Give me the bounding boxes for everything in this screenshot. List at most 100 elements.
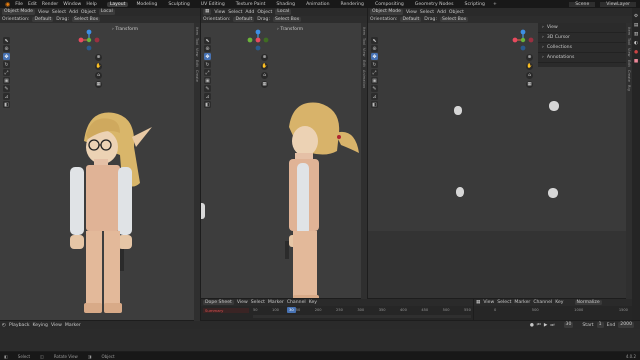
scene-object[interactable] [548,188,558,198]
menu-view[interactable]: View [51,323,62,328]
annotate-tool-icon[interactable]: ✎ [371,85,378,92]
menu-edit[interactable]: Edit [28,2,37,7]
pan-hand-icon[interactable]: ✋ [95,63,102,70]
tab-shading[interactable]: Shading [273,2,298,7]
summary-channel[interactable]: Summary [203,308,249,313]
menu-marker[interactable]: Marker [514,300,530,305]
side-tab-tool[interactable]: Tool [362,38,366,45]
frame-ruler[interactable]: 0 500 1000 1500 [494,308,628,312]
grid-icon[interactable]: ▦ [261,81,268,88]
tab-texture-paint[interactable]: Texture Paint [233,2,269,7]
add-cube-tool-icon[interactable]: ◧ [204,101,211,108]
move-tool-icon[interactable]: ✥ [204,53,211,60]
move-tool-icon[interactable]: ✥ [3,53,10,60]
character-side-model[interactable] [275,93,361,298]
jump-end-icon[interactable]: ⏭ [550,322,554,328]
jump-start-icon[interactable]: ⏮ [537,322,541,328]
grid-icon[interactable]: ▦ [95,81,102,88]
side-tab-tool[interactable]: Tool [195,38,199,45]
object-mode-dropdown[interactable]: Object Mode [370,9,403,15]
side-tab-item[interactable]: Item [362,27,366,35]
timeline-track[interactable] [0,329,640,351]
tab-modeling[interactable]: Modeling [133,2,160,7]
editor-type-icon[interactable]: ▦ [476,300,480,305]
grid-icon[interactable]: ▦ [526,81,533,88]
transform-tool-icon[interactable]: ▣ [204,77,211,84]
viewport-canvas[interactable]: ⬉ ⊕ ✥ ↻ ⤢ ▣ ✎ ⊿ ◧ › Transform ⊕ ✋ ⌂ ▦ [0,23,194,320]
tab-compositing[interactable]: Compositing [372,2,407,7]
menu-key[interactable]: Key [309,300,317,305]
object-props-icon[interactable]: ■ [634,59,638,64]
rotate-tool-icon[interactable]: ↻ [204,61,211,68]
camera-icon[interactable]: ⌂ [526,72,533,79]
character-front-model[interactable] [62,103,158,320]
side-tab-item[interactable]: Item [195,27,199,35]
side-tab-rig[interactable]: Rig [627,85,631,91]
tweak-tool-icon[interactable]: ⬉ [371,37,378,44]
tab-uv-editing[interactable]: UV Editing [198,2,228,7]
menu-select[interactable]: Select [251,300,265,305]
blender-logo-icon[interactable]: ◉ [5,1,10,8]
transform-tool-icon[interactable]: ▣ [3,77,10,84]
panel-annotations[interactable]: › Annotations [538,53,626,63]
menu-playback[interactable]: Playback [9,323,30,328]
orientation-dropdown[interactable]: Default [400,16,422,23]
tab-rendering[interactable]: Rendering [338,2,367,7]
menu-channel[interactable]: Channel [533,300,552,305]
rotate-tool-icon[interactable]: ↻ [3,61,10,68]
menu-add[interactable]: Add [245,10,254,15]
menu-view[interactable]: View [237,300,248,305]
tab-geometry-nodes[interactable]: Geometry Nodes [412,2,457,7]
transform-panel-header[interactable]: › Transform [112,27,138,32]
tab-sculpting[interactable]: Sculpting [165,2,192,7]
side-tab-edit[interactable]: Edit [362,60,366,67]
side-tab-view[interactable]: View [362,48,366,57]
menu-view[interactable]: View [406,10,417,15]
annotate-tool-icon[interactable]: ✎ [3,85,10,92]
rotate-tool-icon[interactable]: ↻ [371,61,378,68]
tab-layout[interactable]: Layout [106,1,129,7]
world-props-icon[interactable]: ● [634,50,638,55]
render-props-icon[interactable]: ▤ [634,23,638,28]
view-layer-selector[interactable]: ViewLayer [600,1,636,7]
current-frame-field[interactable]: 30 [563,322,574,328]
cursor-tool-icon[interactable]: ⊕ [371,45,378,52]
editor-type-icon[interactable]: ▦ [203,9,212,15]
orientation-dropdown[interactable]: Default [32,16,54,23]
output-props-icon[interactable]: ▥ [634,32,638,37]
cursor-tool-icon[interactable]: ⊕ [204,45,211,52]
transform-panel-header[interactable]: › Transform [277,27,303,32]
menu-object[interactable]: Object [81,10,96,15]
side-tab-animation[interactable]: Animation [362,70,366,88]
menu-select[interactable]: Select [497,300,511,305]
transform-space-dropdown[interactable]: Local [98,9,115,15]
menu-channel[interactable]: Channel [287,300,306,305]
measure-tool-icon[interactable]: ⊿ [3,93,10,100]
side-tab-create[interactable]: Create [627,70,631,82]
menu-window[interactable]: Window [63,2,81,7]
measure-tool-icon[interactable]: ⊿ [204,93,211,100]
viewport-canvas[interactable]: ⬉ ⊕ ✥ ↻ ⤢ ▣ ✎ ⊿ ◧ › Transform ⊕ ✋ ⌂ ▦ [201,23,361,298]
scene-object[interactable] [456,187,464,197]
menu-render[interactable]: Render [42,2,58,7]
drag-dropdown[interactable]: Select Box [273,16,302,23]
drag-dropdown[interactable]: Select Box [72,16,101,23]
menu-view[interactable]: View [483,300,494,305]
zoom-icon[interactable]: ⊕ [526,54,533,61]
annotate-tool-icon[interactable]: ✎ [204,85,211,92]
scene-object[interactable] [549,101,559,111]
menu-object[interactable]: Object [449,10,464,15]
menu-marker[interactable]: Marker [268,300,284,305]
transform-space-dropdown[interactable]: Local [275,9,292,15]
navigation-gizmo[interactable] [512,29,534,51]
menu-select[interactable]: Select [52,10,66,15]
side-tab-edit[interactable]: Edit [195,60,199,67]
side-tab-edit[interactable]: Edit [627,60,631,67]
menu-view[interactable]: View [214,10,225,15]
zoom-icon[interactable]: ⊕ [95,54,102,61]
tweak-tool-icon[interactable]: ⬉ [204,37,211,44]
add-workspace-icon[interactable]: + [493,2,497,7]
menu-select[interactable]: Select [228,10,242,15]
editor-mode-dropdown[interactable]: Dope Sheet [203,299,234,306]
zoom-icon[interactable]: ⊕ [261,54,268,61]
